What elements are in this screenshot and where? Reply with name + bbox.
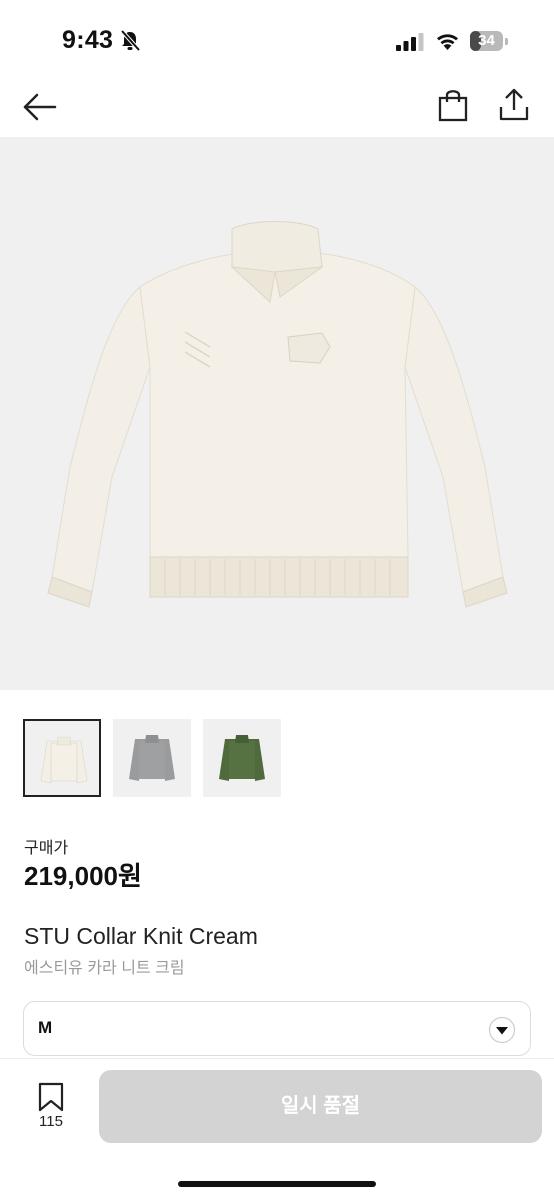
- cellular-signal-icon: [396, 33, 424, 51]
- home-indicator[interactable]: [178, 1181, 376, 1187]
- thumbnail-gray[interactable]: [113, 719, 191, 797]
- product-name-korean: 에스티유 카라 니트 크림: [24, 960, 185, 977]
- bell-slash-icon: [120, 30, 140, 52]
- price-label: 구매가: [24, 840, 69, 857]
- thumbnail-cream[interactable]: [23, 719, 101, 797]
- bookmark-icon: [38, 1082, 64, 1112]
- status-bar: 9:43 34: [0, 0, 554, 80]
- price-value: 219,000원: [24, 861, 142, 891]
- sweater-thumbnail-cream: [40, 736, 88, 784]
- status-time: 9:43: [62, 26, 114, 54]
- battery-icon: 34: [470, 31, 503, 51]
- product-name-english: STU Collar Knit Cream: [24, 923, 258, 949]
- back-arrow-icon[interactable]: [22, 92, 58, 122]
- sold-out-button[interactable]: 일시 품절: [99, 1070, 542, 1143]
- sweater-thumbnail-green: [219, 735, 265, 781]
- chevron-down-circle-icon: [488, 1016, 516, 1044]
- wifi-icon: [437, 34, 458, 50]
- sweater-illustration: [47, 221, 508, 608]
- thumbnail-list: [23, 719, 323, 799]
- size-select-value: M: [38, 1018, 53, 1037]
- battery-level: 34: [478, 32, 495, 49]
- share-icon[interactable]: [498, 88, 530, 122]
- sweater-thumbnail-gray: [129, 735, 175, 781]
- shopping-bag-icon[interactable]: [438, 88, 468, 122]
- battery-nub: [505, 38, 508, 45]
- wishlist-count: 115: [39, 1113, 63, 1130]
- product-image[interactable]: [0, 137, 554, 690]
- size-select[interactable]: M: [23, 1001, 531, 1056]
- thumbnail-green[interactable]: [203, 719, 281, 797]
